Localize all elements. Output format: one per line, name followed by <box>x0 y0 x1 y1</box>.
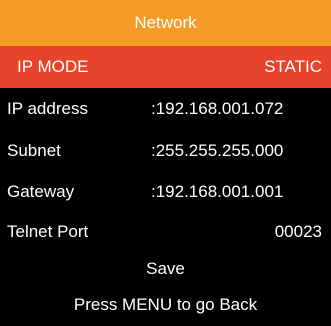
menu-row-ip-address[interactable]: IP address :192.168.001.072 <box>0 88 331 130</box>
save-label: Save <box>146 259 185 278</box>
subnet-value: :255.255.255.000 <box>151 141 284 160</box>
subnet-label: Subnet <box>7 141 61 160</box>
ip-address-value: :192.168.001.072 <box>151 99 284 118</box>
gateway-label: Gateway <box>7 182 75 201</box>
telnet-port-label: Telnet Port <box>7 222 89 241</box>
ip-mode-value: STATIC <box>264 57 322 76</box>
footer-hint-text: Press MENU to go Back <box>73 295 258 314</box>
menu-row-gateway[interactable]: Gateway :192.168.001.001 <box>0 171 331 213</box>
telnet-port-value: 00023 <box>274 222 322 241</box>
menu-row-subnet[interactable]: Subnet :255.255.255.000 <box>0 130 331 172</box>
menu-title: Network <box>0 0 331 46</box>
ip-mode-label: IP MODE <box>17 57 89 76</box>
gateway-value: :192.168.001.001 <box>151 182 284 201</box>
menu-row-ip-mode[interactable]: IP MODE STATIC <box>0 46 331 88</box>
menu-row-telnet-port[interactable]: Telnet Port 00023 <box>0 211 331 253</box>
ip-address-label: IP address <box>7 99 88 118</box>
menu-title-text: Network <box>134 13 197 32</box>
network-menu-screen: Network IP MODE STATIC IP address :192.1… <box>0 0 331 320</box>
